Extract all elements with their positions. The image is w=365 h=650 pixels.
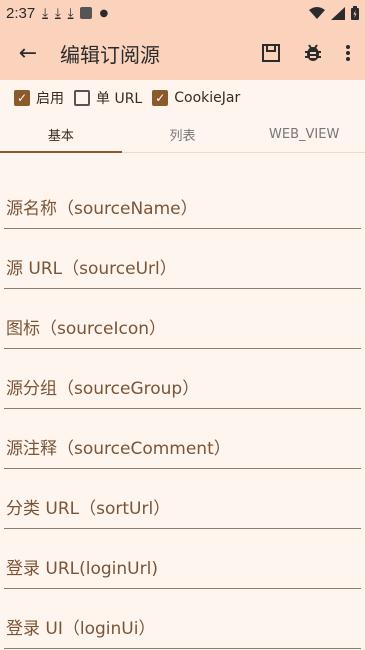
save-icon <box>262 44 280 62</box>
tab-basic[interactable]: 基本 <box>0 116 122 153</box>
field-label: 源注释（sourceComment） <box>6 439 231 459</box>
more-vertical-icon <box>346 45 350 61</box>
source-icon-field[interactable]: 图标（sourceIcon） <box>4 289 361 349</box>
login-ui-field[interactable]: 登录 UI（loginUi） <box>4 589 361 649</box>
checkbox-unchecked-icon[interactable] <box>74 90 90 106</box>
checkbox-cookiejar[interactable]: ✓ CookieJar <box>152 90 240 106</box>
sort-url-field[interactable]: 分类 URL（sortUrl） <box>4 469 361 529</box>
field-label: 登录 UI（loginUi） <box>6 619 156 639</box>
tab-bar: 基本 列表 WEB_VIEW <box>0 116 365 153</box>
save-button[interactable] <box>261 43 281 63</box>
app-bar: ← 编辑订阅源 <box>0 26 365 80</box>
checkbox-single-url[interactable]: 单 URL <box>74 88 142 108</box>
status-time: 2:37 <box>6 4 36 22</box>
source-form: 源名称（sourceName） 源 URL（sourceUrl） 图标（sour… <box>0 153 365 649</box>
source-name-field[interactable]: 源名称（sourceName） <box>4 169 361 229</box>
field-label: 源 URL（sourceUrl） <box>6 259 177 279</box>
bug-icon <box>305 44 321 61</box>
wifi-icon <box>309 6 325 19</box>
checkbox-single-url-label: 单 URL <box>96 91 143 107</box>
app-notification-icon <box>80 7 93 19</box>
more-notifications-dot-icon: ● <box>99 7 109 19</box>
download-icon: ⤓ <box>67 5 74 21</box>
back-arrow-icon[interactable]: ← <box>10 41 46 66</box>
field-label: 源名称（sourceName） <box>6 199 198 219</box>
status-bar: 2:37 ⤓ ⤓ ⤓ ● <box>0 0 365 26</box>
source-url-field[interactable]: 源 URL（sourceUrl） <box>4 229 361 289</box>
page-title: 编辑订阅源 <box>60 42 160 67</box>
field-label: 分类 URL（sortUrl） <box>6 499 171 519</box>
more-options-button[interactable] <box>345 44 351 62</box>
checkbox-checked-icon[interactable]: ✓ <box>152 90 169 106</box>
checkbox-enabled-label: 启用 <box>36 91 64 107</box>
login-url-field[interactable]: 登录 URL(loginUrl) <box>4 529 361 589</box>
download-icon: ⤓ <box>54 5 61 21</box>
tab-web-view[interactable]: WEB_VIEW <box>243 116 365 152</box>
battery-icon <box>351 6 359 20</box>
checkbox-enabled[interactable]: ✓ 启用 <box>14 88 64 108</box>
source-group-field[interactable]: 源分组（sourceGroup） <box>4 349 361 409</box>
checkbox-cookiejar-label: CookieJar <box>174 90 241 106</box>
debug-button[interactable] <box>303 43 323 63</box>
checkbox-checked-icon[interactable]: ✓ <box>14 90 30 106</box>
field-label: 源分组（sourceGroup） <box>6 379 200 399</box>
options-row: ✓ 启用 单 URL ✓ CookieJar <box>0 80 365 116</box>
signal-icon <box>331 6 345 20</box>
download-icon: ⤓ <box>42 5 48 21</box>
field-label: 图标（sourceIcon） <box>6 319 166 339</box>
tab-list[interactable]: 列表 <box>122 116 244 152</box>
source-comment-field[interactable]: 源注释（sourceComment） <box>4 409 361 469</box>
field-label: 登录 URL(loginUrl) <box>6 559 158 579</box>
